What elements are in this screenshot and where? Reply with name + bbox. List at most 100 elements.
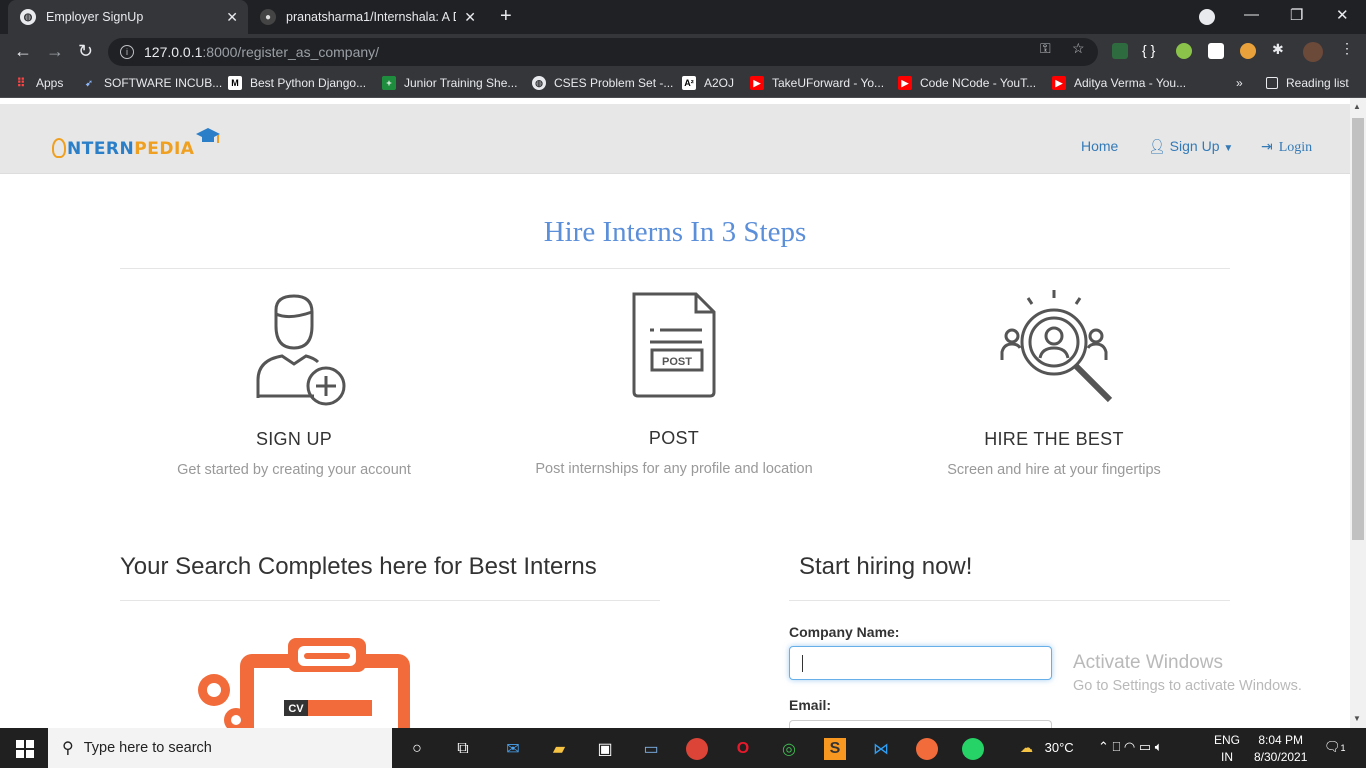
- windows-taskbar: ⚲ Type here to search ○ ⧉ ✉ ▰ ▣ ▭ O ◎ S …: [0, 728, 1366, 768]
- nav-signup-dropdown[interactable]: 👤︎ Sign Up ▼: [1148, 138, 1233, 155]
- bookmark-python-django[interactable]: M Best Python Django...: [228, 76, 366, 90]
- scroll-up-icon[interactable]: ▲: [1353, 102, 1361, 111]
- site-info-icon[interactable]: i: [120, 45, 134, 59]
- notifications-icon[interactable]: 🗨︎1: [1324, 739, 1346, 755]
- file-explorer-icon[interactable]: ▰: [548, 738, 570, 760]
- reload-icon[interactable]: ↻: [78, 41, 93, 62]
- step-desc: Post internships for any profile and loc…: [535, 461, 813, 477]
- cv-clipboard-illustration: CV: [198, 638, 410, 728]
- bookmark-star-icon[interactable]: ☆: [1072, 40, 1085, 57]
- close-window-button[interactable]: ✕: [1336, 6, 1349, 24]
- store-icon[interactable]: ▣: [594, 738, 616, 760]
- sheet-icon: +: [382, 76, 396, 90]
- form-heading: Start hiring now!: [799, 553, 973, 580]
- lightbulb-icon: [52, 138, 66, 158]
- medium-icon: M: [228, 76, 242, 90]
- bookmark-a2oj[interactable]: A² A2OJ: [682, 76, 734, 90]
- a2oj-icon: A²: [682, 76, 696, 90]
- youtube-icon: ▶: [898, 76, 912, 90]
- bookmarks-bar: ⠿ Apps ➹ SOFTWARE INCUB... M Best Python Dj…: [0, 70, 1366, 98]
- search-heading: Your Search Completes here for Best Inte…: [120, 553, 597, 580]
- back-arrow-icon[interactable]: ←: [14, 41, 32, 62]
- green-app-icon[interactable]: ◎: [778, 738, 800, 760]
- url-path: :8000/register_as_company/: [202, 44, 380, 60]
- whatsapp-icon[interactable]: [962, 738, 984, 760]
- bookmark-takeuforward[interactable]: ▶ TakeUForward - Yo...: [750, 76, 884, 90]
- step-desc: Get started by creating your account: [177, 462, 411, 478]
- step-desc: Screen and hire at your fingertips: [947, 462, 1161, 478]
- tab-search-icon[interactable]: [1199, 9, 1215, 25]
- weather-icon: ☁: [1020, 740, 1033, 755]
- key-icon[interactable]: ⚿: [1040, 40, 1051, 57]
- text-caret: [802, 655, 803, 672]
- bookmark-software-incub[interactable]: ➹ SOFTWARE INCUB...: [82, 76, 222, 90]
- internpedia-logo[interactable]: NTERNPEDIA: [52, 126, 221, 159]
- email-input[interactable]: [789, 720, 1052, 728]
- forward-arrow-icon[interactable]: →: [46, 41, 64, 62]
- svg-text:POST: POST: [662, 356, 692, 368]
- url-host: 127.0.0.1: [144, 44, 203, 60]
- restore-button[interactable]: ❐: [1290, 6, 1303, 24]
- post-document-icon: POST: [632, 292, 716, 398]
- bookmark-aditya-verma[interactable]: ▶ Aditya Verma - You...: [1052, 76, 1186, 90]
- computer-icon[interactable]: ▭: [640, 738, 662, 760]
- tab-employer-signup[interactable]: ◍ Employer SignUp ✕: [8, 0, 248, 34]
- language-indicator[interactable]: ENG IN: [1214, 733, 1240, 764]
- browser-toolbar: ← → ↻ i 127.0.0.1:8000/register_as_compa…: [0, 34, 1366, 70]
- svg-text:CV: CV: [288, 703, 304, 715]
- more-bookmarks-button[interactable]: »: [1236, 76, 1243, 90]
- nav-home-link[interactable]: Home: [1081, 138, 1118, 154]
- address-bar[interactable]: i 127.0.0.1:8000/register_as_company/: [108, 38, 1098, 66]
- chrome-menu-icon[interactable]: ⋮: [1340, 40, 1354, 57]
- sublime-icon[interactable]: S: [824, 738, 846, 760]
- caret-down-icon: ▼: [1223, 143, 1234, 154]
- nav-login-link[interactable]: ⇥ Login: [1261, 138, 1312, 156]
- step-signup: SIGN UP Get started by creating your acc…: [104, 290, 484, 478]
- scroll-down-icon[interactable]: ▼: [1353, 714, 1361, 723]
- taskbar-search-box[interactable]: ⚲ Type here to search: [48, 728, 392, 768]
- task-view-icon[interactable]: ⧉: [452, 738, 474, 760]
- cses-icon: ◍: [532, 76, 546, 90]
- tab-github[interactable]: ● pranatsharma1/Internshala: A Dja ✕: [248, 0, 486, 34]
- company-name-input[interactable]: [789, 646, 1052, 680]
- json-extension-icon[interactable]: { }: [1142, 42, 1155, 58]
- bookmark-junior-training[interactable]: + Junior Training She...: [382, 76, 517, 90]
- new-tab-button[interactable]: +: [500, 5, 512, 28]
- mail-icon[interactable]: ✉: [502, 738, 524, 760]
- page-scrollbar[interactable]: ▲ ▼: [1350, 98, 1366, 728]
- flag-extension-icon[interactable]: [1208, 43, 1224, 59]
- step-name: HIRE THE BEST: [984, 429, 1124, 449]
- bookmark-apps[interactable]: ⠿ Apps: [14, 76, 64, 90]
- cortana-icon[interactable]: ○: [406, 738, 428, 760]
- user-add-icon: [256, 294, 346, 406]
- magnifier-user-icon: [1000, 290, 1113, 403]
- minimize-button[interactable]: —: [1244, 6, 1259, 23]
- bookmark-cses[interactable]: ◍ CSES Problem Set -...: [532, 76, 673, 90]
- tray-icons[interactable]: ⌃ ⎕ ◠ ▭ 🔈︎: [1098, 739, 1163, 755]
- bookmark-code-ncode[interactable]: ▶ Code NCode - YouT...: [898, 76, 1036, 90]
- scrollbar-thumb[interactable]: [1352, 118, 1364, 540]
- add-extension-icon[interactable]: [1176, 43, 1192, 59]
- profile-avatar[interactable]: [1303, 42, 1323, 62]
- step-name: SIGN UP: [255, 429, 333, 449]
- chrome-taskbar-icon[interactable]: [686, 738, 708, 760]
- search-divider: [120, 600, 660, 601]
- email-label: Email:: [789, 697, 832, 713]
- brush-app-icon[interactable]: [916, 738, 938, 760]
- weather-widget[interactable]: ☁ 30°C: [1020, 740, 1074, 756]
- github-icon: ●: [260, 9, 276, 25]
- clock[interactable]: 8:04 PM 8/30/2021: [1254, 733, 1307, 764]
- close-tab-icon[interactable]: ✕: [464, 9, 476, 26]
- extension-icon[interactable]: [1112, 43, 1128, 59]
- title-divider: [120, 268, 1230, 269]
- site-navbar: NTERNPEDIA Home 👤︎ Sign Up ▼ ⇥ Login: [0, 104, 1350, 174]
- windows-start-icon[interactable]: [14, 738, 36, 760]
- software-incub-icon: ➹: [85, 77, 93, 88]
- opera-icon[interactable]: O: [732, 738, 754, 760]
- puzzle-extensions-icon[interactable]: ✱: [1272, 41, 1284, 58]
- close-tab-icon[interactable]: ✕: [226, 9, 238, 26]
- vscode-icon[interactable]: ⋈: [870, 738, 892, 760]
- reading-list-button[interactable]: Reading list: [1266, 76, 1349, 90]
- user-icon: 👤︎: [1148, 138, 1166, 154]
- face-extension-icon[interactable]: [1240, 43, 1256, 59]
